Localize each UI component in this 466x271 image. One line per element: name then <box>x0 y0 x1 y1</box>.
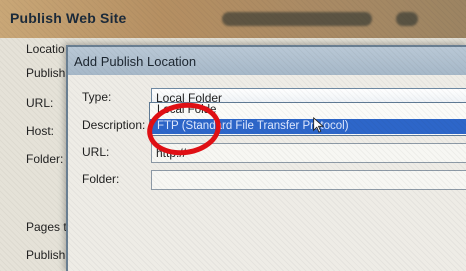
url-label: URL: <box>82 145 110 159</box>
mouse-cursor-icon <box>313 117 325 133</box>
back-label-folder: Folder: <box>26 152 64 166</box>
back-label-publish-2: Publish <box>26 248 66 262</box>
dialog-titlebar[interactable]: Add Publish Location <box>68 47 466 75</box>
back-label-pages: Pages t <box>26 220 67 234</box>
back-window-titlebar: Publish Web Site <box>0 0 466 38</box>
back-window-title: Publish Web Site <box>10 10 127 26</box>
folder-field[interactable] <box>151 170 466 190</box>
back-label-url: URL: <box>26 96 54 110</box>
add-publish-location-dialog: Add Publish Location Type: Local Folder … <box>66 45 466 271</box>
back-label-publish: Publish <box>26 66 66 80</box>
folder-label: Folder: <box>82 172 120 186</box>
dialog-title: Add Publish Location <box>74 54 197 69</box>
photo-of-screen: Publish Web Site Locatio Publish URL: Ho… <box>0 0 466 271</box>
blurred-toolbar-icon <box>396 12 418 26</box>
type-label: Type: <box>82 90 112 104</box>
blurred-toolbar-text <box>222 12 372 26</box>
back-label-host: Host: <box>26 124 55 138</box>
back-label-location: Locatio <box>26 42 65 56</box>
description-label: Description: <box>82 118 146 132</box>
